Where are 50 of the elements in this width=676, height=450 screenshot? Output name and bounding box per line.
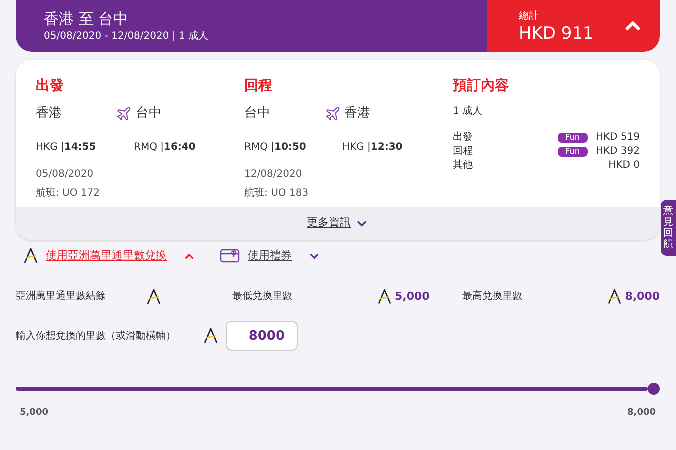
more-info-bar[interactable]: 更多資訊 xyxy=(16,207,660,240)
booking-title: 預訂內容 xyxy=(453,76,510,96)
price-label: 出發 xyxy=(453,131,474,145)
price-label: 回程 xyxy=(453,145,474,159)
miles-logo-icon xyxy=(204,328,218,344)
balance-label: 亞洲萬里通里數結餘 xyxy=(16,290,107,304)
departure-time: HKG |14:55 xyxy=(36,140,98,154)
leg-title: 回程 xyxy=(244,77,274,96)
flight-date: 12/08/2020 xyxy=(244,168,304,182)
passenger-count: 1 成人 xyxy=(453,104,484,119)
miles-logo-icon xyxy=(147,288,162,305)
price-amount: HKD 519 xyxy=(596,131,640,145)
miles-input-label: 輸入你想兌換的里數（或滑動橫軸） xyxy=(16,330,177,344)
payment-tab[interactable]: 使用亞洲萬里通里數兌換 xyxy=(24,248,196,264)
payment-tab[interactable]: 使用禮券 xyxy=(220,248,321,264)
destination-city: 香港 xyxy=(344,105,371,123)
origin-city: 台中 xyxy=(244,105,272,123)
destination-city: 台中 xyxy=(136,105,162,123)
miles-input-field[interactable]: 8000 xyxy=(226,321,298,351)
feedback-tab[interactable]: 意見回饋 xyxy=(661,200,676,256)
miles-logo-icon xyxy=(378,288,392,305)
flight-number: 航班: UO 172 xyxy=(36,186,102,200)
flight-number: 航班: UO 183 xyxy=(244,186,310,200)
plane-icon xyxy=(324,106,341,122)
arrival-time: RMQ |16:40 xyxy=(134,140,196,154)
flight-date: 05/08/2020 xyxy=(36,168,95,182)
fare-badge: Fun xyxy=(558,147,588,157)
min-label: 最低兌換里數 xyxy=(232,290,294,304)
fare-badge: Fun xyxy=(558,133,588,143)
price-label: 其他 xyxy=(453,159,474,173)
departure-time: RMQ |10:50 xyxy=(244,140,308,154)
leg-title: 出發 xyxy=(36,77,65,96)
slider-max-label: 8,000 xyxy=(628,407,656,420)
miles-logo-icon xyxy=(24,248,38,264)
trip-details: 05/08/2020 - 12/08/2020 | 1 成人 xyxy=(44,30,210,44)
route-title: 香港 至 台中 xyxy=(44,8,130,28)
slider-min-label: 5,000 xyxy=(20,407,48,420)
max-value: 8,000 xyxy=(625,288,660,304)
min-value: 5,000 xyxy=(395,288,431,304)
slider-handle[interactable] xyxy=(648,383,660,395)
price-amount: HKD 392 xyxy=(596,145,640,159)
arrival-time: HKG |12:30 xyxy=(342,140,403,154)
origin-city: 香港 xyxy=(36,105,63,123)
voucher-icon xyxy=(220,248,240,264)
max-label: 最高兌換里數 xyxy=(462,290,524,304)
total-label: 總計 xyxy=(519,10,540,24)
price-amount: HKD 0 xyxy=(608,159,640,173)
total-price: HKD 911 xyxy=(519,24,594,44)
miles-logo-icon xyxy=(608,288,622,305)
plane-icon xyxy=(116,106,132,122)
